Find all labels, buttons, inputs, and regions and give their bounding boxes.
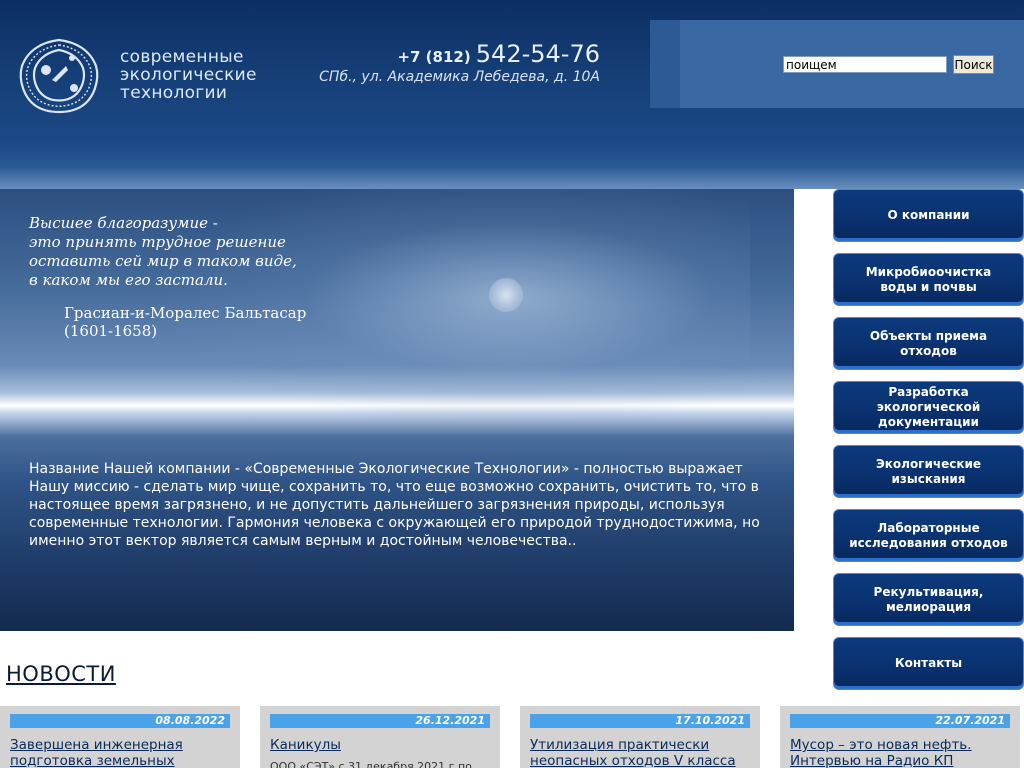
nav-item-about[interactable]: О компании [833,189,1024,242]
search-button[interactable]: Поиск [953,55,994,74]
header-subbar [0,145,1024,189]
nav-item-waste-sites[interactable]: Объекты приема отходов [833,317,1024,370]
brand-line: современные [120,47,244,67]
news-excerpt: ООО «СЭТ» с 31 декабря 2021 г по [270,760,472,768]
nav-item-microbio[interactable]: Микробиоочистка воды и почвы [833,253,1024,306]
nav-item-contacts[interactable]: Контакты [833,637,1024,690]
news-headline-link[interactable]: Каникулы [270,737,495,753]
mission-text: Название Нашей компании - «Современные Э… [29,461,760,549]
news-headline-link[interactable]: Мусор – это новая нефть. Интервью на Рад… [790,737,1015,768]
news-heading[interactable]: НОВОСТИ [6,662,116,686]
quote-line: Высшее благоразумие - [29,214,218,232]
brand-name[interactable]: современные экологические технологии [120,48,257,102]
phone-prefix: +7 (812) [397,48,471,66]
quote-line: это принять трудное решение [29,233,286,251]
news-card: 17.10.2021 Утилизация практически неопас… [520,706,760,768]
phone-digits: 542-54-76 [475,40,600,68]
news-date: 17.10.2021 [530,714,750,728]
nav-item-eco-docs[interactable]: Разработка экологической документации [833,381,1024,434]
nav-item-surveys[interactable]: Экологические изыскания [833,445,1024,498]
news-card: 26.12.2021 Каникулы ООО «СЭТ» с 31 декаб… [260,706,500,768]
news-headline-link[interactable]: Утилизация практически неопасных отходов… [530,737,755,768]
author-name: Грасиан-и-Моралес Бальтасар [64,304,307,322]
news-card: 08.08.2022 Завершена инженерная подготов… [0,706,240,768]
nav-item-lab[interactable]: Лабораторные исследования отходов [833,509,1024,562]
news-card: 22.07.2021 Мусор – это новая нефть. Инте… [780,706,1020,768]
brand-line: технологии [120,83,228,103]
brand-line: экологические [120,65,257,85]
search-input[interactable] [783,56,947,73]
news-date: 22.07.2021 [790,714,1010,728]
hero-quote: Высшее благоразумие - это принять трудно… [29,214,297,290]
quote-line: оставить сей мир в таком виде, [29,252,297,270]
nav-item-reclamation[interactable]: Рекультивация, мелиорация [833,573,1024,626]
phone-number: +7 (812) 542-54-76 [397,40,600,68]
moon-image [489,278,523,312]
news-date: 08.08.2022 [10,714,230,728]
quote-line: в каком мы его застали. [29,271,228,289]
office-address: СПб., ул. Академика Лебедева, д. 10А [319,69,600,85]
news-date: 26.12.2021 [270,714,490,728]
author-years: (1601-1658) [64,322,158,340]
news-headline-link[interactable]: Завершена инженерная подготовка земельны… [10,737,235,768]
quote-author: Грасиан-и-Моралес Бальтасар (1601-1658) [64,304,306,340]
hero-banner: Высшее благоразумие - это принять трудно… [0,189,794,631]
eco-logo-icon[interactable] [16,36,102,116]
